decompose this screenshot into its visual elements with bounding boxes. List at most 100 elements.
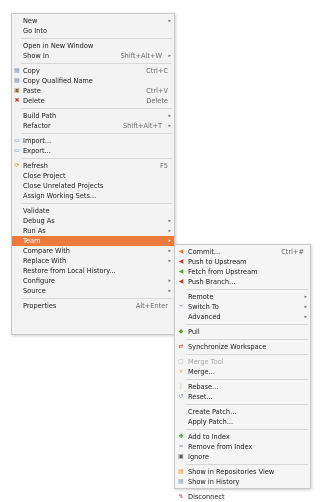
- context-menu: New ▸ Go Into Open in New Window Show In Shif…: [11, 13, 175, 335]
- menu-item-label: Source: [23, 287, 46, 295]
- menu-item-refresh[interactable]: ⟳ Refresh F5: [12, 161, 174, 171]
- team-menu-item-add-to-index[interactable]: ✚ Add to Index: [175, 432, 310, 442]
- menu-separator: [21, 133, 172, 134]
- team-menu-item-disconnect[interactable]: ↯ Disconnect: [175, 492, 310, 502]
- menu-item-show-in[interactable]: Show In Shift+Alt+W ▸: [12, 51, 174, 61]
- menu-item-label: Commit...: [188, 248, 221, 256]
- menu-item-configure[interactable]: Configure ▸: [12, 276, 174, 286]
- submenu-arrow-icon: ▸: [168, 123, 171, 129]
- menu-separator: [186, 404, 308, 405]
- menu-item-team[interactable]: Team ▸: [12, 236, 174, 246]
- menu-item-label: Disconnect: [188, 493, 225, 501]
- remove-from-index-icon: ━: [179, 443, 183, 450]
- menu-item-close-unrelated-projects[interactable]: Close Unrelated Projects: [12, 181, 174, 191]
- delete-icon: ✖: [14, 97, 20, 104]
- menu-item-delete[interactable]: ✖ Delete Delete: [12, 96, 174, 106]
- team-menu-item-rebase[interactable]: ⋮ Rebase...: [175, 382, 310, 392]
- team-menu-item-reset[interactable]: ↺ Reset...: [175, 392, 310, 402]
- menu-separator: [186, 429, 308, 430]
- menu-item-label: Build Path: [23, 112, 57, 120]
- menu-item-label: Synchronize Workspace: [188, 343, 267, 351]
- menu-item-label: Pull: [188, 328, 200, 336]
- menu-separator: [21, 158, 172, 159]
- submenu-arrow-icon: ▸: [168, 278, 171, 284]
- team-menu-item-remove-from-index[interactable]: ━ Remove from Index: [175, 442, 310, 452]
- team-menu-item-show-in-repositories-view[interactable]: ▤ Show in Repositories View: [175, 467, 310, 477]
- team-menu-item-apply-patch[interactable]: Apply Patch...: [175, 417, 310, 427]
- team-menu-item-merge[interactable]: ⋎ Merge...: [175, 367, 310, 377]
- menu-item-label: Compare With: [23, 247, 70, 255]
- menu-item-replace-with[interactable]: Replace With ▸: [12, 256, 174, 266]
- menu-item-properties[interactable]: Properties Alt+Enter: [12, 301, 174, 311]
- submenu-arrow-icon: ▸: [304, 304, 307, 310]
- team-menu-item-commit[interactable]: ◀ Commit... Ctrl+#: [175, 247, 310, 257]
- add-to-index-icon: ✚: [178, 433, 184, 440]
- menu-separator: [186, 489, 308, 490]
- ignore-icon: ▣: [178, 453, 184, 460]
- menu-item-label: Merge Tool: [188, 358, 224, 366]
- menu-item-compare-with[interactable]: Compare With ▸: [12, 246, 174, 256]
- shortcut-label: Ctrl+C: [146, 67, 168, 75]
- merge-tool-icon: ▢: [178, 358, 184, 365]
- menu-separator: [186, 324, 308, 325]
- team-menu-item-pull[interactable]: ◆ Pull: [175, 327, 310, 337]
- submenu-arrow-icon: ▸: [304, 314, 307, 320]
- team-menu-item-push-to-upstream[interactable]: ◀ Push to Upstream: [175, 257, 310, 267]
- menu-item-source[interactable]: Source ▸: [12, 286, 174, 296]
- menu-item-restore-from-local-history[interactable]: Restore from Local History...: [12, 266, 174, 276]
- submenu-arrow-icon: ▸: [168, 288, 171, 294]
- menu-item-label: Show in History: [188, 478, 240, 486]
- team-menu-item-ignore[interactable]: ▣ Ignore: [175, 452, 310, 462]
- menu-item-label: Configure: [23, 277, 55, 285]
- menu-item-label: Export...: [23, 147, 51, 155]
- team-menu-item-remote[interactable]: Remote ▸: [175, 292, 310, 302]
- menu-item-import[interactable]: ▭ Import...: [12, 136, 174, 146]
- copy-icon: ▤: [14, 67, 20, 74]
- team-menu-item-push-branch[interactable]: ◀ Push Branch...: [175, 277, 310, 287]
- menu-item-copy-qualified-name[interactable]: ▤ Copy Qualified Name: [12, 76, 174, 86]
- shortcut-label: Ctrl+#: [281, 248, 304, 256]
- menu-separator: [186, 339, 308, 340]
- menu-item-label: Open in New Window: [23, 42, 94, 50]
- team-menu-item-advanced[interactable]: Advanced ▸: [175, 312, 310, 322]
- menu-item-label: Show in Repositories View: [188, 468, 275, 476]
- menu-item-copy[interactable]: ▤ Copy Ctrl+C: [12, 66, 174, 76]
- team-menu-item-switch-to[interactable]: ⑂ Switch To ▸: [175, 302, 310, 312]
- team-menu-item-fetch-from-upstream[interactable]: ◀ Fetch from Upstream: [175, 267, 310, 277]
- menu-item-open-in-new-window[interactable]: Open in New Window: [12, 41, 174, 51]
- menu-item-label: Push Branch...: [188, 278, 236, 286]
- menu-item-validate[interactable]: Validate: [12, 206, 174, 216]
- team-submenu: ◀ Commit... Ctrl+# ◀ Push to Upstream ◀ Fetch …: [174, 244, 311, 501]
- menu-item-label: Go Into: [23, 27, 47, 35]
- menu-item-label: Merge...: [188, 368, 215, 376]
- menu-item-paste[interactable]: ▣ Paste Ctrl+V: [12, 86, 174, 96]
- menu-separator: [186, 289, 308, 290]
- menu-item-build-path[interactable]: Build Path ▸: [12, 111, 174, 121]
- menu-item-debug-as[interactable]: Debug As ▸: [12, 216, 174, 226]
- menu-item-close-project[interactable]: Close Project: [12, 171, 174, 181]
- menu-item-export[interactable]: ▭ Export...: [12, 146, 174, 156]
- refresh-icon: ⟳: [14, 162, 20, 169]
- team-menu-item-create-patch[interactable]: Create Patch...: [175, 407, 310, 417]
- menu-separator: [21, 108, 172, 109]
- import-icon: ▭: [14, 137, 20, 144]
- menu-item-label: Replace With: [23, 257, 67, 265]
- menu-item-label: Restore from Local History...: [23, 267, 116, 275]
- team-menu-item-synchronize-workspace[interactable]: ⇄ Synchronize Workspace: [175, 342, 310, 352]
- menu-item-go-into[interactable]: Go Into: [12, 26, 174, 36]
- menu-item-assign-working-sets[interactable]: Assign Working Sets...: [12, 191, 174, 201]
- menu-item-label: Remove from Index: [188, 443, 253, 451]
- menu-item-label: Validate: [23, 207, 50, 215]
- shortcut-label: Ctrl+V: [146, 87, 168, 95]
- commit-icon: ◀: [178, 248, 184, 255]
- menu-separator: [186, 464, 308, 465]
- menu-item-new[interactable]: New ▸: [12, 16, 174, 26]
- menu-item-label: Advanced: [188, 313, 221, 321]
- menu-separator: [21, 38, 172, 39]
- menu-item-label: Assign Working Sets...: [23, 192, 97, 200]
- team-menu-item-show-in-history[interactable]: ▤ Show in History: [175, 477, 310, 487]
- paste-icon: ▣: [14, 87, 20, 94]
- menu-separator: [186, 379, 308, 380]
- menu-item-refactor[interactable]: Refactor Shift+Alt+T ▸: [12, 121, 174, 131]
- menu-item-run-as[interactable]: Run As ▸: [12, 226, 174, 236]
